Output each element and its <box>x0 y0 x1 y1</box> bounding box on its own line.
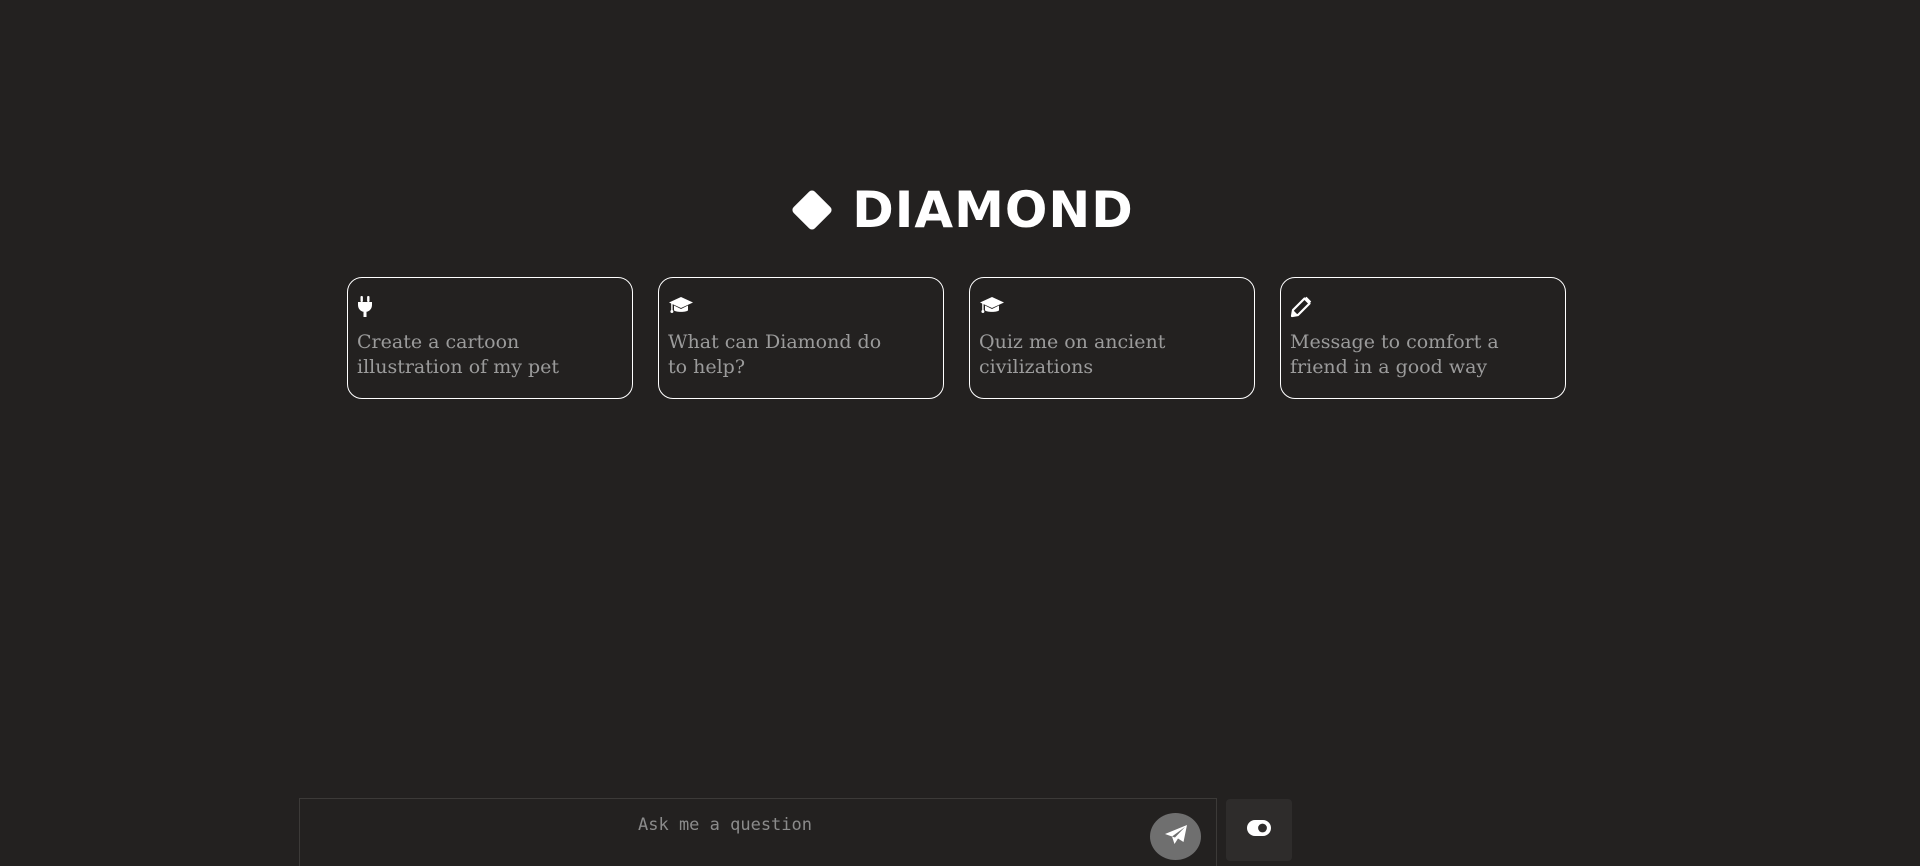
suggestion-text: What can Diamond do to help? <box>668 331 882 378</box>
paper-plane-icon <box>1164 824 1188 850</box>
graduation-cap-icon <box>668 296 694 318</box>
toggle-button[interactable] <box>1226 799 1292 861</box>
brand-header: DIAMOND <box>0 180 1920 240</box>
suggestion-text: Message to comfort a friend in a good wa… <box>1290 331 1499 378</box>
suggestion-card-message[interactable]: Message to comfort a friend in a good wa… <box>1280 277 1566 399</box>
pencil-icon <box>1290 296 1316 318</box>
suggestion-card-cartoon[interactable]: Create a cartoon illustration of my pet <box>347 277 633 399</box>
plug-icon <box>357 296 383 318</box>
graduation-cap-icon <box>979 296 1005 318</box>
composer <box>299 798 1217 866</box>
brand-name: DIAMOND <box>852 181 1134 239</box>
suggestion-card-quiz[interactable]: Quiz me on ancient civilizations <box>969 277 1255 399</box>
suggestion-cards: Create a cartoon illustration of my pet … <box>347 277 1566 399</box>
suggestion-text: Quiz me on ancient civilizations <box>979 331 1166 378</box>
suggestion-text: Create a cartoon illustration of my pet <box>357 331 560 378</box>
toggle-icon <box>1247 820 1271 840</box>
diamond-icon <box>786 184 838 236</box>
send-button[interactable] <box>1150 813 1201 860</box>
question-input[interactable] <box>300 799 1150 849</box>
page: DIAMOND Create a cartoon illustration of… <box>0 0 1920 866</box>
suggestion-card-help[interactable]: What can Diamond do to help? <box>658 277 944 399</box>
